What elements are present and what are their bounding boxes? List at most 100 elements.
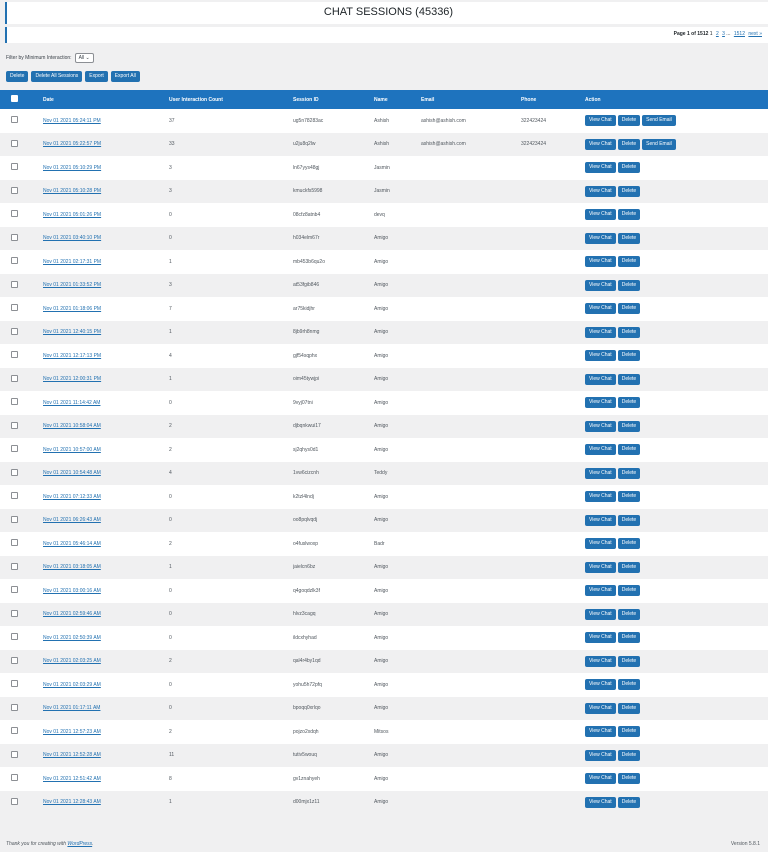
export-button[interactable]: Export <box>85 71 108 82</box>
session-date-link[interactable]: Nov 01 2021 05:22:57 PM <box>43 141 101 147</box>
page-link-last[interactable]: 1512 <box>734 31 745 37</box>
session-date-link[interactable]: Nov 01 2021 10:57:00 AM <box>43 447 101 453</box>
session-date-link[interactable]: Nov 01 2021 05:24:11 PM <box>43 118 101 124</box>
delete-row-button[interactable]: Delete <box>617 444 641 456</box>
delete-all-sessions-button[interactable]: Delete All Sessions <box>31 71 83 82</box>
session-date-link[interactable]: Nov 01 2021 02:03:25 AM <box>43 658 101 664</box>
session-date-link[interactable]: Nov 01 2021 05:01:26 PM <box>43 212 101 218</box>
delete-row-button[interactable]: Delete <box>617 397 641 409</box>
delete-row-button[interactable]: Delete <box>617 232 641 244</box>
column-email[interactable]: Email <box>421 90 521 109</box>
row-checkbox[interactable] <box>11 750 18 758</box>
row-checkbox[interactable] <box>11 327 18 335</box>
send-email-button[interactable]: Send Email <box>642 115 676 127</box>
delete-row-button[interactable]: Delete <box>617 702 641 714</box>
view-chat-button[interactable]: View Chat <box>585 256 616 268</box>
view-chat-button[interactable]: View Chat <box>585 749 616 761</box>
view-chat-button[interactable]: View Chat <box>585 538 616 550</box>
session-date-link[interactable]: Nov 01 2021 01:17:11 AM <box>43 705 100 711</box>
delete-row-button[interactable]: Delete <box>617 162 641 174</box>
session-date-link[interactable]: Nov 01 2021 12:52:28 AM <box>43 752 101 758</box>
column-phone[interactable]: Phone <box>521 90 585 109</box>
filter-select[interactable]: All ⌄ <box>74 53 94 63</box>
select-all-checkbox[interactable] <box>11 95 18 102</box>
delete-row-button[interactable]: Delete <box>617 796 641 808</box>
view-chat-button[interactable]: View Chat <box>585 279 616 291</box>
delete-row-button[interactable]: Delete <box>617 185 641 197</box>
delete-row-button[interactable]: Delete <box>617 726 641 738</box>
session-date-link[interactable]: Nov 01 2021 12:51:42 AM <box>43 776 101 782</box>
session-date-link[interactable]: Nov 01 2021 10:58:04 AM <box>43 423 101 429</box>
session-date-link[interactable]: Nov 01 2021 02:03:29 AM <box>43 682 101 688</box>
row-checkbox[interactable] <box>11 774 18 782</box>
session-date-link[interactable]: Nov 01 2021 06:26:43 AM <box>43 517 101 523</box>
row-checkbox[interactable] <box>11 562 18 570</box>
delete-row-button[interactable]: Delete <box>617 749 641 761</box>
session-date-link[interactable]: Nov 01 2021 12:28:43 AM <box>43 799 101 805</box>
delete-row-button[interactable]: Delete <box>617 350 641 362</box>
row-checkbox[interactable] <box>11 398 18 406</box>
row-checkbox[interactable] <box>11 797 18 805</box>
row-checkbox[interactable] <box>11 492 18 500</box>
view-chat-button[interactable]: View Chat <box>585 773 616 785</box>
row-checkbox[interactable] <box>11 539 18 547</box>
row-checkbox[interactable] <box>11 609 18 617</box>
row-checkbox[interactable] <box>11 280 18 288</box>
session-date-link[interactable]: Nov 01 2021 12:57:23 AM <box>43 729 101 735</box>
view-chat-button[interactable]: View Chat <box>585 185 616 197</box>
session-date-link[interactable]: Nov 01 2021 05:10:28 PM <box>43 188 101 194</box>
delete-row-button[interactable]: Delete <box>617 773 641 785</box>
session-date-link[interactable]: Nov 01 2021 03:40:10 PM <box>43 235 101 241</box>
session-date-link[interactable]: Nov 01 2021 02:17:31 PM <box>43 259 101 265</box>
view-chat-button[interactable]: View Chat <box>585 303 616 315</box>
delete-row-button[interactable]: Delete <box>617 514 641 526</box>
session-date-link[interactable]: Nov 01 2021 12:40:15 PM <box>43 329 101 335</box>
row-checkbox[interactable] <box>11 257 18 265</box>
delete-row-button[interactable]: Delete <box>617 373 641 385</box>
row-checkbox[interactable] <box>11 586 18 594</box>
delete-row-button[interactable]: Delete <box>617 491 641 503</box>
view-chat-button[interactable]: View Chat <box>585 232 616 244</box>
column-name[interactable]: Name <box>374 90 421 109</box>
view-chat-button[interactable]: View Chat <box>585 467 616 479</box>
row-checkbox[interactable] <box>11 680 18 688</box>
session-date-link[interactable]: Nov 01 2021 12:00:31 PM <box>43 376 101 382</box>
delete-row-button[interactable]: Delete <box>617 303 641 315</box>
view-chat-button[interactable]: View Chat <box>585 115 616 127</box>
delete-row-button[interactable]: Delete <box>617 561 641 573</box>
delete-row-button[interactable]: Delete <box>617 608 641 620</box>
session-date-link[interactable]: Nov 01 2021 02:50:39 AM <box>43 635 101 641</box>
delete-row-button[interactable]: Delete <box>617 467 641 479</box>
view-chat-button[interactable]: View Chat <box>585 561 616 573</box>
session-date-link[interactable]: Nov 01 2021 01:33:52 PM <box>43 282 101 288</box>
session-date-link[interactable]: Nov 01 2021 05:10:29 PM <box>43 165 101 171</box>
row-checkbox[interactable] <box>11 421 18 429</box>
view-chat-button[interactable]: View Chat <box>585 373 616 385</box>
view-chat-button[interactable]: View Chat <box>585 679 616 691</box>
view-chat-button[interactable]: View Chat <box>585 162 616 174</box>
delete-row-button[interactable]: Delete <box>617 115 641 127</box>
view-chat-button[interactable]: View Chat <box>585 585 616 597</box>
row-checkbox[interactable] <box>11 445 18 453</box>
delete-row-button[interactable]: Delete <box>617 326 641 338</box>
row-checkbox[interactable] <box>11 186 18 194</box>
session-date-link[interactable]: Nov 01 2021 07:12:33 AM <box>43 494 101 500</box>
wordpress-link[interactable]: WordPress <box>67 841 92 847</box>
delete-row-button[interactable]: Delete <box>617 632 641 644</box>
export-all-button[interactable]: Export All <box>110 71 140 82</box>
send-email-button[interactable]: Send Email <box>642 138 676 150</box>
row-checkbox[interactable] <box>11 656 18 664</box>
session-date-link[interactable]: Nov 01 2021 11:14:42 AM <box>43 400 100 406</box>
column-interaction-count[interactable]: User Interaction Count <box>169 90 293 109</box>
view-chat-button[interactable]: View Chat <box>585 726 616 738</box>
session-date-link[interactable]: Nov 01 2021 10:54:48 AM <box>43 470 101 476</box>
delete-row-button[interactable]: Delete <box>617 585 641 597</box>
view-chat-button[interactable]: View Chat <box>585 491 616 503</box>
row-checkbox[interactable] <box>11 468 18 476</box>
row-checkbox[interactable] <box>11 703 18 711</box>
delete-row-button[interactable]: Delete <box>617 256 641 268</box>
view-chat-button[interactable]: View Chat <box>585 702 616 714</box>
row-checkbox[interactable] <box>11 210 18 218</box>
delete-row-button[interactable]: Delete <box>617 679 641 691</box>
row-checkbox[interactable] <box>11 374 18 382</box>
